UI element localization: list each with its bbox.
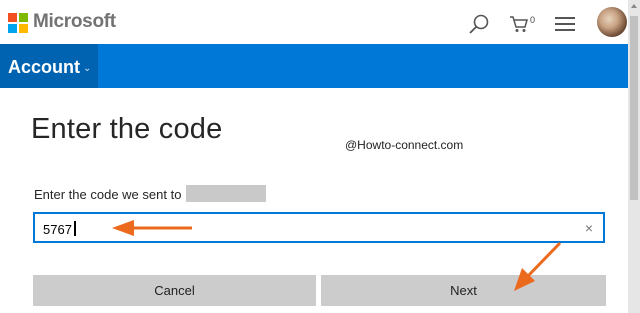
- cart-button[interactable]: 0: [509, 14, 539, 34]
- logo-square-red: [8, 13, 17, 22]
- code-sent-label: Enter the code we sent to: [34, 187, 182, 202]
- account-label: Account: [8, 57, 80, 77]
- page-title: Enter the code: [31, 113, 223, 145]
- menu-icon[interactable]: [555, 17, 575, 31]
- redacted-email: [186, 185, 266, 202]
- logo-square-green: [19, 13, 28, 22]
- scroll-up-arrow-icon[interactable]: [631, 4, 637, 8]
- vertical-scrollbar[interactable]: [628, 0, 640, 313]
- microsoft-logo[interactable]: [8, 13, 28, 33]
- account-nav-bar: Account ⌄: [0, 44, 628, 88]
- text-caret: [74, 221, 76, 236]
- account-menu[interactable]: Account ⌄: [0, 44, 98, 88]
- brand-name[interactable]: Microsoft: [33, 11, 116, 33]
- logo-square-yellow: [19, 24, 28, 33]
- code-input[interactable]: [43, 220, 563, 238]
- clear-icon[interactable]: ×: [585, 220, 593, 236]
- cancel-button[interactable]: Cancel: [33, 275, 316, 306]
- next-button[interactable]: Next: [321, 275, 606, 306]
- cart-icon: [510, 16, 528, 32]
- chevron-down-icon: ⌄: [83, 63, 92, 74]
- top-header: Microsoft 0: [0, 0, 628, 44]
- logo-square-blue: [8, 24, 17, 33]
- cart-count: 0: [530, 15, 536, 25]
- watermark-text: @Howto-connect.com: [345, 138, 464, 152]
- scroll-thumb[interactable]: [630, 16, 638, 200]
- page: Microsoft 0 Account ⌄ Enter the code @Ho…: [0, 0, 640, 313]
- avatar[interactable]: [597, 7, 627, 37]
- code-field[interactable]: ×: [33, 212, 605, 243]
- search-icon[interactable]: [468, 13, 490, 35]
